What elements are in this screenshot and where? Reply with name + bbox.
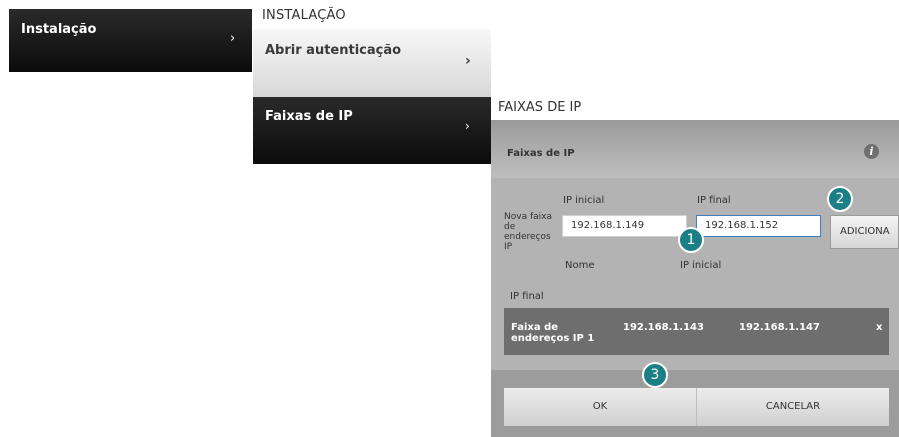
menu-item-label: Abrir autenticação [265, 43, 402, 58]
dialog-button-bar: OK CANCELAR [491, 370, 899, 437]
dialog-header-label: Faixas de IP [507, 148, 575, 159]
range-name: Faixa de endereços IP 1 [511, 322, 595, 344]
faixas-de-ip-dialog: Faixas de IP i IP inicial IP final Nova … [491, 120, 899, 437]
instalacao-panel-title: INSTALAÇÃO [262, 8, 346, 23]
callout-marker-1: 1 [678, 227, 704, 253]
menu-item-label: Instalação [21, 22, 97, 37]
menu-item-abrir-autenticacao[interactable]: Abrir autenticação › [253, 29, 491, 97]
ip-inicial-input[interactable]: 192.168.1.149 [562, 215, 687, 237]
chevron-right-icon: › [465, 119, 470, 133]
ip-final-label: IP final [697, 195, 731, 206]
chevron-right-icon: › [465, 53, 471, 69]
remove-range-button[interactable]: x [876, 322, 882, 333]
dialog-header: Faixas de IP i [491, 120, 899, 178]
menu-item-instalacao[interactable]: Instalação › [9, 9, 252, 72]
table-row: Faixa de endereços IP 1 192.168.1.143 19… [504, 308, 889, 355]
chevron-right-icon: › [230, 31, 236, 46]
column-header-nome: Nome [565, 260, 595, 271]
menu-item-label: Faixas de IP [265, 109, 353, 124]
add-range-button[interactable]: ADICIONA [830, 215, 899, 249]
callout-marker-3: 3 [642, 362, 668, 388]
cancel-button[interactable]: CANCELAR [696, 388, 889, 426]
ip-final-input[interactable]: 192.168.1.152 [696, 215, 821, 237]
ip-inicial-label: IP inicial [563, 195, 605, 206]
callout-marker-2: 2 [827, 186, 853, 212]
column-header-ip-final: IP final [510, 291, 544, 302]
info-icon[interactable]: i [864, 144, 879, 159]
range-ip-final: 192.168.1.147 [739, 322, 820, 333]
menu-item-faixas-de-ip[interactable]: Faixas de IP › [253, 97, 491, 164]
faixas-panel-title: FAIXAS DE IP [498, 100, 582, 115]
nova-faixa-label: Nova faixa de endereços IP [504, 212, 552, 252]
ok-button[interactable]: OK [504, 388, 696, 426]
column-header-ip-inicial: IP inicial [680, 260, 722, 271]
range-ip-inicial: 192.168.1.143 [623, 322, 704, 333]
